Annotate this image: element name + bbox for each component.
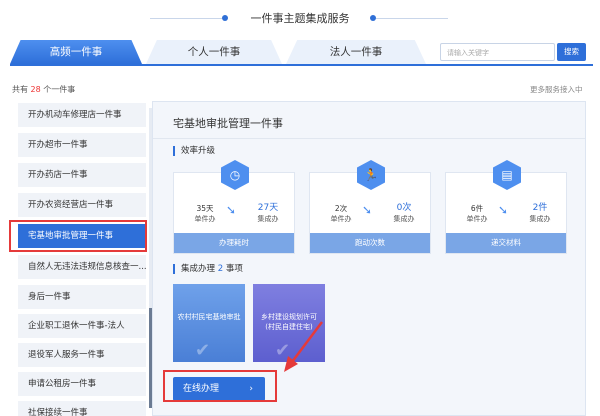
arrow-shaft — [291, 321, 323, 363]
page: 一件事主题集成服务 高频一件事 个人一件事 法人一件事 请输入关键字 搜索 共有… — [0, 0, 600, 416]
red-pointer-arrow — [284, 321, 323, 372]
